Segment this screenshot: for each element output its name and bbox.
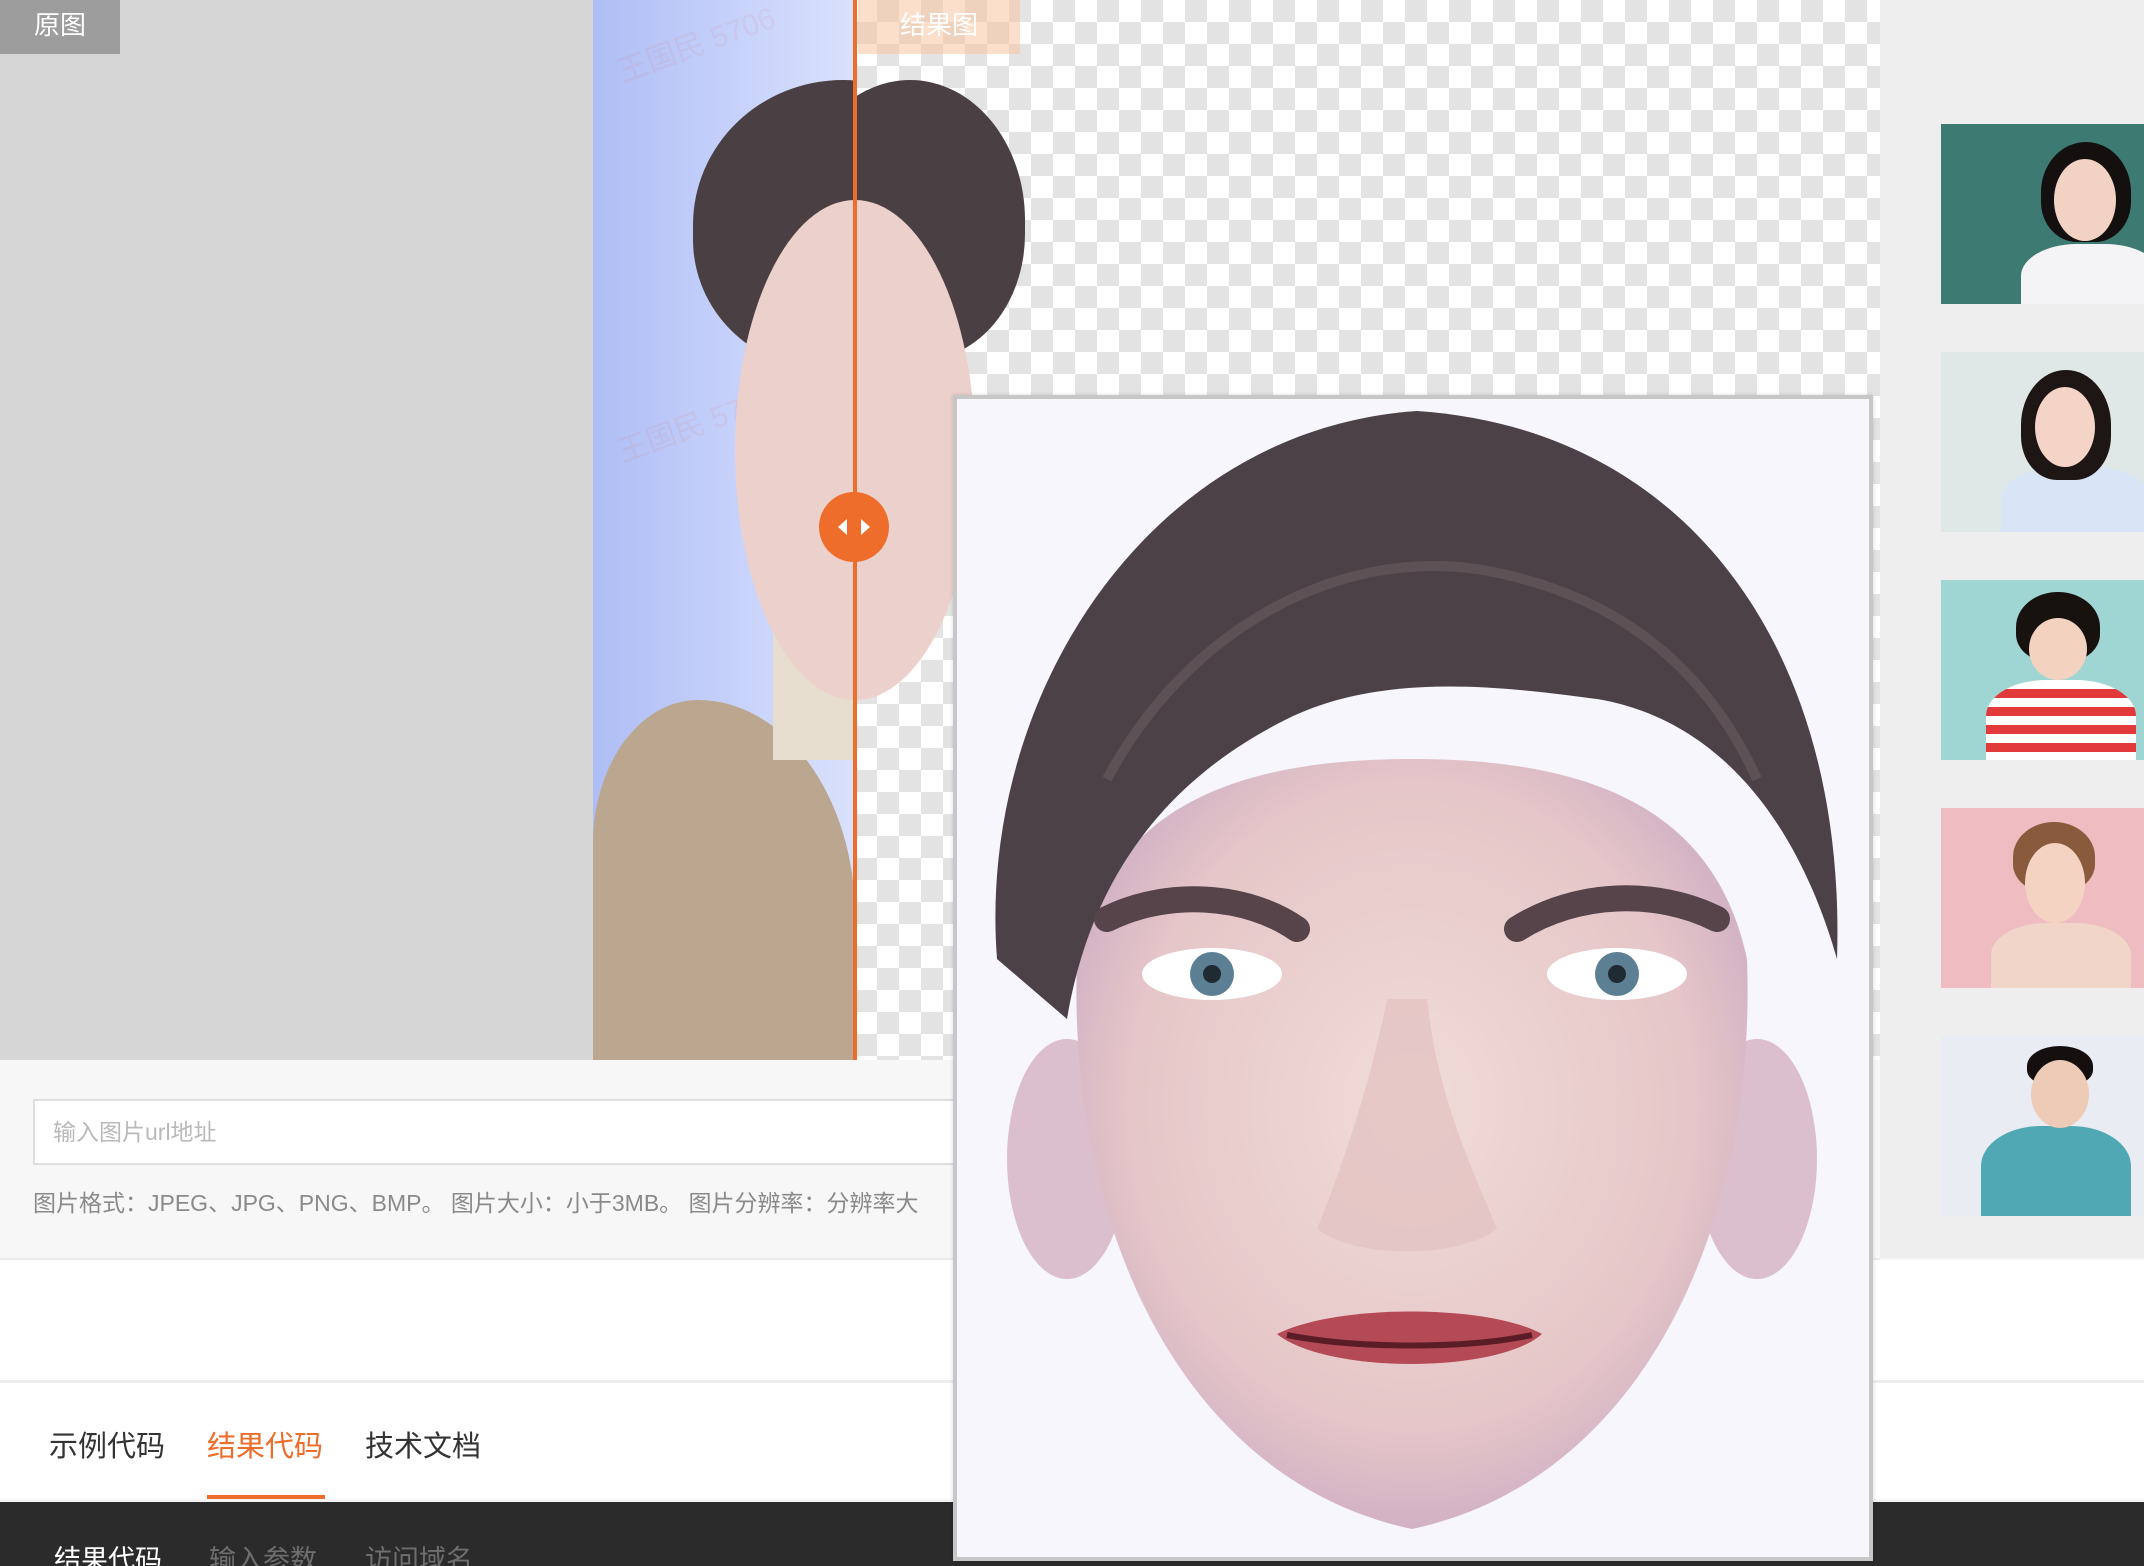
sample-thumb-woman-office[interactable] [1941,352,2144,532]
sample-thumb-man-tailor[interactable] [1941,1036,2144,1216]
watermark: 王国民 5706 [613,1,780,90]
tab-tech-docs[interactable]: 技术文档 [365,1423,481,1465]
sample-image-list [1880,0,2144,1258]
thumb-face [2025,843,2085,923]
code-tab-input-params[interactable]: 输入参数 [209,1538,317,1566]
thumb-body [1991,923,2131,988]
arrow-right-icon [861,519,870,535]
result-label: 结果图 [858,0,1020,54]
code-tab-result[interactable]: 结果代码 [54,1538,162,1566]
code-tab-access-domain[interactable]: 访问域名 [365,1538,473,1566]
arrow-left-icon [838,519,847,535]
sample-thumb-woman-pink[interactable] [1941,808,2144,988]
sample-thumb-girl-striped-shirt[interactable] [1941,580,2144,760]
thumb-body [2021,244,2144,304]
active-tab-indicator [207,1495,325,1499]
magnified-face [995,411,1838,1529]
format-hint: 图片格式：JPEG、JPG、PNG、BMP。 图片大小：小于3MB。 图片分辨率… [33,1190,919,1216]
thumb-body [1981,1126,2131,1216]
thumb-face [2031,1060,2089,1128]
magnified-result-preview [953,395,1873,1561]
original-label: 原图 [0,0,120,54]
thumb-face [2029,618,2087,680]
tab-result-code[interactable]: 结果代码 [207,1423,323,1465]
sample-thumb-woman-teacher[interactable] [1941,124,2144,304]
tab-example-code[interactable]: 示例代码 [49,1423,165,1465]
thumb-body [1986,680,2136,760]
thumb-face [2035,387,2095,467]
thumb-face [2054,159,2116,241]
left-right-arrows-icon[interactable] [819,492,889,562]
